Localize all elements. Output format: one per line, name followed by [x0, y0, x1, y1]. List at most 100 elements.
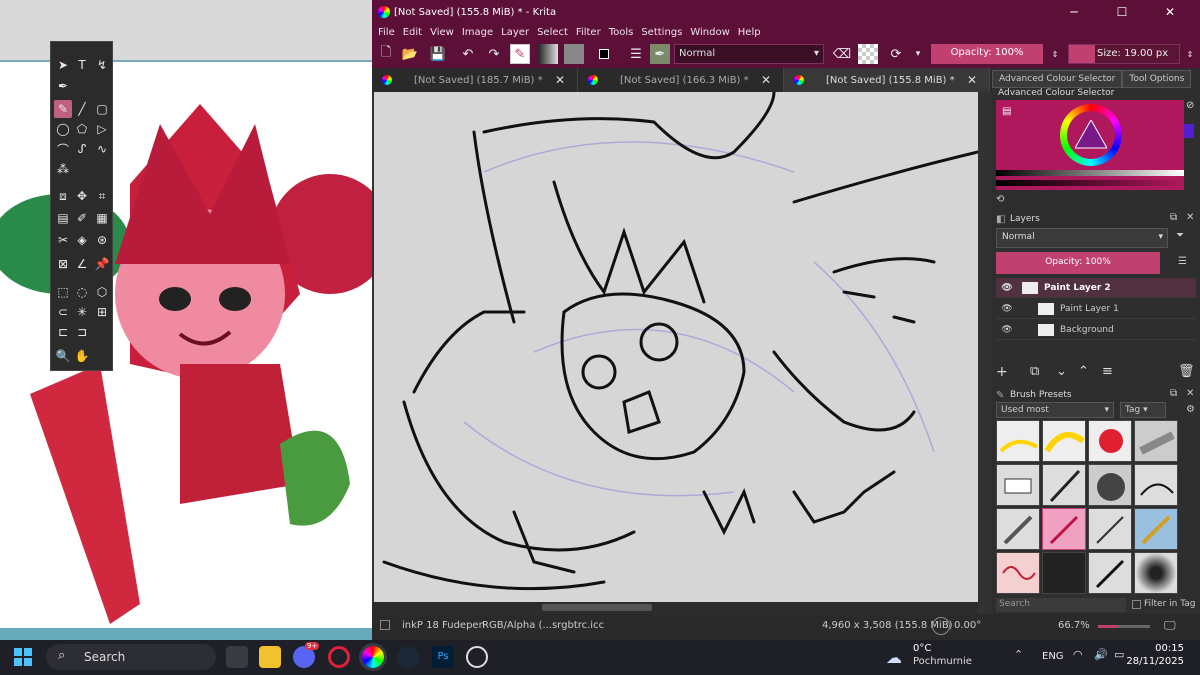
horizontal-scrollbar[interactable] — [372, 602, 978, 614]
reload-preset-icon[interactable]: ⟳ — [886, 44, 906, 64]
maximize-icon[interactable]: ☐ — [1100, 0, 1144, 24]
preset-settings-icon[interactable]: ⚙ — [1186, 404, 1195, 415]
colorize-mask-tool-icon[interactable]: ▦ — [93, 209, 111, 227]
app-icon[interactable] — [466, 646, 488, 668]
close-tab-icon[interactable]: ✕ — [761, 73, 771, 87]
bezier-tool-icon[interactable]: ⌒ — [54, 140, 72, 158]
brush-preset[interactable] — [1088, 464, 1132, 506]
visibility-eye-icon[interactable]: 👁 — [996, 325, 1018, 335]
file-explorer-icon[interactable] — [259, 646, 281, 668]
brush-preset[interactable] — [1088, 420, 1132, 462]
smart-patch-tool-icon[interactable]: ✂ — [54, 231, 72, 249]
brush-preset-selected[interactable] — [1042, 508, 1086, 550]
brush-preset[interactable] — [1134, 552, 1178, 594]
dynamic-brush-tool-icon[interactable]: ∿ — [93, 140, 111, 158]
menu-help[interactable]: Help — [738, 27, 761, 38]
layer-opacity-slider[interactable]: Opacity: 100% — [996, 252, 1160, 274]
colour-wheel[interactable] — [1060, 104, 1122, 166]
close-docker-icon[interactable]: ✕ — [1186, 212, 1194, 223]
mirror-dropdown-icon[interactable]: ▾ — [908, 44, 928, 64]
menu-view[interactable]: View — [430, 27, 454, 38]
opacity-spinner-icon[interactable]: ⇕ — [1045, 44, 1065, 64]
document-tab-active[interactable]: [Not Saved] (155.8 MiB) * ✕ — [784, 68, 990, 92]
close-docker-icon[interactable]: ✕ — [1186, 388, 1194, 399]
select-shapes-tool-icon[interactable]: ➤ — [54, 56, 72, 74]
brush-preset[interactable] — [1134, 508, 1178, 550]
float-docker-icon[interactable]: ⧉ — [1170, 388, 1177, 399]
measure-tool-icon[interactable]: ∠ — [73, 255, 91, 273]
reference-images-tool-icon[interactable]: 📌 — [93, 255, 111, 273]
edit-brush-settings-icon[interactable]: ✎ — [510, 44, 530, 64]
colour-menu-icon[interactable]: ▤ — [1002, 106, 1011, 117]
refresh-icon[interactable]: ⟲ — [996, 194, 1004, 205]
assistant-tool-icon[interactable]: ⊠ — [54, 255, 72, 273]
new-document-icon[interactable]: 🗋 — [376, 44, 396, 64]
menu-tools[interactable]: Tools — [609, 27, 634, 38]
menu-settings[interactable]: Settings — [641, 27, 682, 38]
magnetic-select-tool-icon[interactable]: ⊐ — [73, 323, 91, 341]
preset-filter-select[interactable]: Used most ▾ — [996, 402, 1114, 418]
foreground-background-color-icon[interactable] — [594, 44, 614, 64]
drawing-canvas[interactable] — [374, 92, 978, 602]
open-document-icon[interactable]: 📂 — [400, 44, 420, 64]
saturation-slider[interactable] — [996, 180, 1184, 186]
brush-preset[interactable] — [996, 420, 1040, 462]
gradient-icon[interactable] — [538, 44, 558, 64]
layer-properties-icon[interactable]: ≡ — [1102, 364, 1113, 379]
battery-icon[interactable]: ▭ — [1114, 648, 1124, 661]
menu-file[interactable]: File — [378, 27, 395, 38]
filter-layers-icon[interactable]: ⏷ — [1176, 230, 1184, 241]
edit-shapes-tool-icon[interactable]: ↯ — [93, 56, 111, 74]
eraser-icon[interactable]: ⌫ — [832, 44, 852, 64]
layer-blend-mode-select[interactable]: Normal ▾ — [996, 228, 1168, 248]
scrollbar-thumb[interactable] — [542, 604, 652, 611]
blend-mode-select[interactable]: Normal ▾ — [674, 44, 824, 64]
color-picker-tool-icon[interactable]: ✐ — [73, 209, 91, 227]
brush-preset[interactable] — [1134, 420, 1178, 462]
similar-select-tool-icon[interactable]: ⊞ — [93, 303, 111, 321]
add-layer-icon[interactable]: + — [996, 364, 1008, 380]
menu-select[interactable]: Select — [537, 27, 568, 38]
save-icon[interactable]: 💾 — [428, 44, 448, 64]
ellipse-tool-icon[interactable]: ◯ — [54, 120, 72, 138]
layer-row[interactable]: 👁 Paint Layer 2 — [996, 278, 1196, 298]
colour-triangle[interactable] — [1075, 120, 1107, 150]
transform-tool-icon[interactable]: ⧈ — [54, 187, 72, 205]
freehand-select-tool-icon[interactable]: ⊂ — [54, 303, 72, 321]
visibility-eye-icon[interactable]: 👁 — [996, 304, 1018, 314]
close-tab-icon[interactable]: ✕ — [555, 73, 565, 87]
wifi-icon[interactable]: ◠ — [1073, 648, 1083, 661]
layer-menu-icon[interactable]: ☰ — [1178, 256, 1187, 267]
multibrush-tool-icon[interactable]: ⁂ — [54, 160, 72, 178]
calligraphy-tool-icon[interactable]: ✒ — [54, 77, 72, 95]
move-tool-icon[interactable]: ✥ — [73, 187, 91, 205]
document-tab[interactable]: [Not Saved] (166.3 MiB) * ✕ — [578, 68, 784, 92]
krita-taskbar-icon[interactable] — [359, 643, 387, 671]
tag-select[interactable]: Tag ▾ — [1120, 402, 1166, 418]
zoom-level[interactable]: 66.7% — [1058, 620, 1090, 631]
filter-in-tag-checkbox[interactable] — [1132, 600, 1141, 609]
fill-tool-icon[interactable]: ◈ — [73, 231, 91, 249]
text-tool-icon[interactable]: T — [73, 56, 91, 74]
opera-icon[interactable] — [328, 646, 350, 668]
line-tool-icon[interactable]: ╱ — [73, 100, 91, 118]
brush-preset[interactable] — [1042, 552, 1086, 594]
volume-icon[interactable]: 🔊 — [1094, 648, 1108, 661]
minimize-icon[interactable]: ─ — [1052, 0, 1096, 24]
size-spinner-icon[interactable]: ⇕ — [1180, 44, 1200, 64]
redo-icon[interactable]: ↷ — [484, 44, 504, 64]
brush-preset[interactable] — [1088, 552, 1132, 594]
duplicate-layer-icon[interactable]: ⧉ — [1030, 364, 1039, 379]
steam-icon[interactable] — [397, 646, 419, 668]
zoom-tool-icon[interactable]: 🔍 — [54, 347, 72, 365]
canvas-only-icon[interactable]: 🖵 — [1164, 618, 1176, 633]
clock-time[interactable]: 00:15 — [1134, 643, 1184, 654]
delete-layer-icon[interactable]: 🗑 — [1178, 364, 1195, 379]
clock-date[interactable]: 28/11/2025 — [1124, 656, 1184, 667]
brush-preset[interactable] — [996, 552, 1040, 594]
menu-image[interactable]: Image — [462, 27, 493, 38]
undo-icon[interactable]: ↶ — [458, 44, 478, 64]
start-icon[interactable] — [14, 648, 32, 666]
ellipse-select-tool-icon[interactable]: ◌ — [73, 283, 91, 301]
float-docker-icon[interactable]: ⧉ — [1170, 212, 1177, 223]
